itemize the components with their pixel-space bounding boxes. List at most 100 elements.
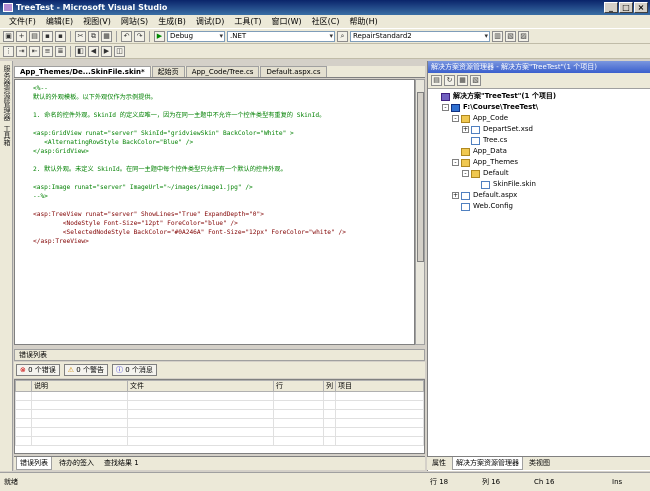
tree-node[interactable]: App_Data: [428, 146, 650, 157]
find-combo[interactable]: RepairStandard2: [350, 30, 490, 42]
tree-node[interactable]: 解决方案"TreeTest"(1 个项目): [428, 91, 650, 102]
code-line: </asp:GridView>: [33, 148, 89, 155]
save-icon[interactable]: ▪: [42, 30, 53, 42]
nest-files-icon[interactable]: ▦: [457, 75, 468, 86]
expand-toggle-icon[interactable]: -: [452, 159, 459, 166]
tree-node[interactable]: SkinFile.skin: [428, 179, 650, 190]
maximize-button[interactable]: □: [619, 2, 633, 13]
menu-edit[interactable]: 编辑(E): [41, 15, 78, 28]
open-folder-icon[interactable]: ▤: [29, 30, 40, 42]
prev-bookmark-icon[interactable]: ◀: [88, 45, 99, 57]
code-line: <SelectedNodeStyle BackColor="#0A246A" F…: [33, 229, 346, 236]
tree-node[interactable]: + DepartSet.xsd: [428, 124, 650, 135]
toolbox-tab[interactable]: 工具箱: [2, 125, 12, 146]
expand-toggle-icon[interactable]: -: [462, 170, 469, 177]
tab-find-results[interactable]: 查找结果 1: [101, 457, 142, 470]
table-row: [15, 391, 424, 401]
solution-explorer-icon[interactable]: ▥: [492, 30, 503, 42]
find-icon[interactable]: ⌕: [337, 30, 348, 42]
menu-build[interactable]: 生成(B): [153, 15, 191, 28]
menu-website[interactable]: 网站(S): [116, 15, 153, 28]
menu-file[interactable]: 文件(F): [4, 15, 41, 28]
tab-tree-cs[interactable]: App_Code/Tree.cs: [185, 66, 260, 77]
expand-toggle-icon[interactable]: +: [452, 192, 459, 199]
bookmark-icon[interactable]: ◧: [75, 45, 86, 57]
indent-icon[interactable]: ⇥: [16, 45, 27, 57]
menu-window[interactable]: 窗口(W): [266, 15, 306, 28]
undo-icon[interactable]: ↶: [121, 30, 132, 42]
redo-icon[interactable]: ↷: [134, 30, 145, 42]
column-header-line[interactable]: 行: [273, 380, 324, 392]
tree-node[interactable]: + Default.aspx: [428, 190, 650, 201]
expand-toggle-icon[interactable]: -: [452, 115, 459, 122]
close-button[interactable]: ×: [634, 2, 648, 13]
save-all-icon[interactable]: ▪: [55, 30, 66, 42]
tree-node[interactable]: Web.Config: [428, 201, 650, 212]
column-header[interactable]: [15, 380, 32, 392]
tree-node[interactable]: - App_Themes: [428, 157, 650, 168]
menu-community[interactable]: 社区(C): [307, 15, 345, 28]
toolbox-icon[interactable]: ▨: [518, 30, 529, 42]
column-header-column[interactable]: 列: [323, 380, 336, 392]
column-header-description[interactable]: 说明: [31, 380, 128, 392]
tab-start-page[interactable]: 起始页: [151, 66, 185, 77]
status-line: 行 18: [430, 478, 449, 486]
view-code-icon[interactable]: ▧: [470, 75, 481, 86]
column-header-project[interactable]: 项目: [335, 380, 424, 392]
code-line: <NodeStyle Font-Size="12pt" ForeColor="b…: [33, 220, 238, 227]
tree-node[interactable]: Tree.cs: [428, 135, 650, 146]
add-item-icon[interactable]: +: [16, 30, 27, 42]
errors-count: 0 个错误: [28, 366, 56, 374]
tree-node[interactable]: - Default: [428, 168, 650, 179]
column-header-file[interactable]: 文件: [127, 380, 274, 392]
menu-debug[interactable]: 调试(D): [191, 15, 229, 28]
cut-icon[interactable]: ✂: [75, 30, 86, 42]
error-list-grid[interactable]: 说明 文件 行 列 项目: [14, 379, 425, 454]
status-insert-mode: Ins: [612, 478, 623, 486]
copy-icon[interactable]: ⧉: [88, 30, 99, 42]
code-editor[interactable]: <%-- 默认的外观模板。以下外观仅作为示例提供。 1. 命名的控件外观。Ski…: [14, 79, 415, 345]
properties-icon[interactable]: ▤: [431, 75, 442, 86]
file-icon: [461, 202, 470, 211]
warnings-filter-button[interactable]: ⚠ 0 个警告: [63, 364, 108, 376]
table-row: [15, 436, 424, 446]
start-debug-icon[interactable]: ▶: [154, 30, 165, 42]
tab-pending-checkins[interactable]: 待办的签入: [56, 457, 97, 470]
scrollbar-thumb[interactable]: [417, 92, 424, 262]
paste-icon[interactable]: ▦: [101, 30, 112, 42]
next-bookmark-icon[interactable]: ▶: [101, 45, 112, 57]
tab-default-aspx-cs[interactable]: Default.aspx.cs: [260, 66, 327, 77]
editor-scrollbar[interactable]: [415, 79, 425, 345]
refresh-icon[interactable]: ↻: [444, 75, 455, 86]
new-project-icon[interactable]: ▣: [3, 30, 14, 42]
toolbar-separator: [149, 30, 150, 42]
tree-node[interactable]: - F:\Course\TreeTest\: [428, 102, 650, 113]
right-bottom-tabs: 属性 解决方案资源管理器 类视图: [427, 456, 650, 470]
tab-class-view[interactable]: 类视图: [526, 457, 553, 470]
tab-error-list[interactable]: 错误列表: [16, 457, 52, 470]
platform-combo[interactable]: .NET: [227, 30, 335, 42]
server-explorer-tab[interactable]: 服务器资源管理器: [2, 65, 12, 121]
errors-filter-button[interactable]: ⊗ 0 个错误: [16, 364, 60, 376]
menu-tools[interactable]: 工具(T): [229, 15, 266, 28]
tab-solution-explorer[interactable]: 解决方案资源管理器: [452, 457, 523, 470]
code-line: 2. 默认外观。未定义 SkinId。在同一主题中每个控件类型只允许有一个默认的…: [33, 166, 287, 173]
menu-view[interactable]: 视图(V): [78, 15, 116, 28]
uncomment-icon[interactable]: ≣: [55, 45, 66, 57]
menu-help[interactable]: 帮助(H): [344, 15, 382, 28]
configuration-combo[interactable]: Debug: [167, 30, 225, 42]
expand-toggle-icon[interactable]: +: [462, 126, 469, 133]
properties-icon[interactable]: ▧: [505, 30, 516, 42]
tree-node-label: Tree.cs: [483, 136, 508, 144]
tree-node-label: Default.aspx: [473, 191, 518, 199]
messages-filter-button[interactable]: ⓘ 0 个消息: [111, 364, 157, 376]
minimize-button[interactable]: _: [604, 2, 618, 13]
outdent-icon[interactable]: ⇤: [29, 45, 40, 57]
tab-properties[interactable]: 属性: [429, 457, 449, 470]
tab-skinfile[interactable]: App_Themes/De...SkinFile.skin*: [14, 66, 151, 77]
clear-bookmarks-icon[interactable]: ◫: [114, 45, 125, 57]
expand-toggle-icon[interactable]: -: [442, 104, 449, 111]
tree-node[interactable]: - App_Code: [428, 113, 650, 124]
comment-icon[interactable]: ≡: [42, 45, 53, 57]
